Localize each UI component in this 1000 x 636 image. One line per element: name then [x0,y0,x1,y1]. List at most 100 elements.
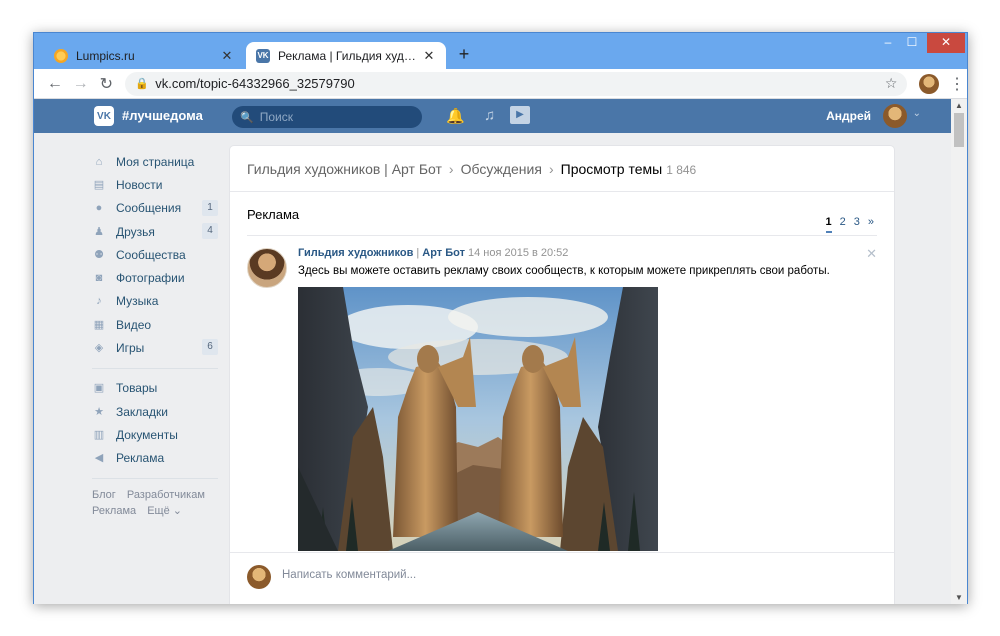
comment-bar: Написать комментарий... [230,552,894,600]
bell-icon[interactable]: 🔔 [446,107,465,125]
reload-icon[interactable]: ↻ [93,74,119,94]
menu-item-photos[interactable]: ◙ Фотографии [92,266,218,289]
footer-links: Блог Разработчикам Реклама Ещё ⌄ [92,487,218,519]
menu-item-documents[interactable]: ▥ Документы [92,423,218,446]
footer-link-ads[interactable]: Реклама [92,505,136,517]
vk-hashtag[interactable]: #лучшедома [122,108,203,123]
menu-item-music[interactable]: ♪ Музыка [92,290,218,313]
menu-item-news[interactable]: ▤ Новости [92,173,218,196]
vk-logo-icon[interactable]: VK [94,106,114,126]
menu-item-my-page[interactable]: ⌂ Моя страница [92,150,218,173]
vk-favicon-icon: VK [256,48,270,63]
tab-close-icon[interactable]: ✕ [220,48,234,64]
music-note-icon[interactable]: ♫ [484,107,495,124]
back-arrow-icon[interactable]: ← [42,75,68,93]
forward-arrow-icon[interactable]: → [68,75,94,93]
page-1[interactable]: 1 [825,216,832,233]
comment-input[interactable]: Написать комментарий... [282,569,416,581]
menu-item-friends[interactable]: ♟ Друзья 4 [92,220,218,243]
tab-close-icon[interactable]: ✕ [422,48,436,64]
messages-badge: 1 [202,199,218,216]
browser-profile-avatar[interactable] [919,73,940,94]
menu-item-label: Закладки [116,404,168,419]
goods-icon: ▣ [93,382,105,395]
footer-link-more[interactable]: Ещё ⌄ [147,505,182,517]
browser-menu-icon[interactable]: ⋮ [947,74,967,94]
close-window-button[interactable]: ✕ [927,33,965,53]
menu-divider [92,477,218,479]
friends-badge: 4 [202,222,218,239]
post-author2-link[interactable]: Арт Бот [422,247,465,259]
divider [230,191,894,192]
footer-link-blog[interactable]: Блог [92,489,116,501]
post-image[interactable] [298,287,658,551]
scrollbar[interactable]: ▲ ▼ [951,99,967,604]
breadcrumb: Гильдия художников | Арт Бот › Обсуждения ›… [247,161,696,177]
star-icon: ★ [94,405,104,418]
menu-item-label: Видео [116,317,152,332]
close-icon[interactable]: ✕ [866,246,877,262]
menu-item-label: Сообщения [116,201,182,216]
tab-title: Lumpics.ru [76,48,135,63]
tab-title: Реклама | Гильдия художников [278,48,422,63]
news-icon: ▤ [93,178,105,191]
page-next[interactable]: » [868,216,874,233]
page-2[interactable]: 2 [840,216,846,233]
footer-link-developers[interactable]: Разработчикам [127,489,205,501]
games-badge: 6 [202,339,218,356]
post-author-avatar[interactable] [247,248,287,288]
new-tab-button[interactable]: + [454,45,474,65]
url-text[interactable]: vk.com/topic-64332966_32579790 [155,76,885,91]
menu-item-label: Друзья [116,224,155,239]
post-author-link[interactable]: Гильдия художников [298,247,413,259]
bookmark-star-icon[interactable]: ☆ [885,75,898,92]
browser-window: Lumpics.ru ✕ VK Реклама | Гильдия художн… [33,32,968,604]
left-menu: ⌂ Моя страница ▤ Новости ● Сообщения 1 ♟… [92,150,218,519]
page-3[interactable]: 3 [854,216,860,233]
menu-item-label: Новости [116,177,163,192]
friends-icon: ♟ [94,225,104,238]
vk-header: VK #лучшедома 🔍 Поиск 🔔 ♫ ▶ Андрей ⌄ [34,99,951,133]
menu-item-ads[interactable]: ◀ Реклама [92,447,218,470]
pagination: 1 2 3 » [825,216,874,233]
vk-user-avatar[interactable] [883,104,907,128]
menu-item-bookmarks[interactable]: ★ Закладки [92,400,218,423]
tab-strip: Lumpics.ru ✕ VK Реклама | Гильдия художн… [34,33,967,69]
document-icon: ▥ [93,428,105,441]
post-date[interactable]: 14 ноя 2015 в 20:52 [468,247,568,259]
comment-avatar [247,565,271,589]
breadcrumb-current: Просмотр темы [560,161,663,177]
games-icon: ◈ [94,342,104,355]
vk-user-name[interactable]: Андрей [826,109,871,123]
menu-item-label: Музыка [116,294,159,309]
chevron-down-icon[interactable]: ⌄ [913,108,921,119]
camera-icon: ◙ [95,272,103,285]
tab-vk-topic[interactable]: VK Реклама | Гильдия художников ✕ [246,42,446,69]
menu-item-messages[interactable]: ● Сообщения 1 [92,197,218,220]
scroll-down-icon[interactable]: ▼ [951,593,967,602]
menu-item-communities[interactable]: ⚉ Сообщества [92,243,218,266]
menu-divider [92,367,218,369]
menu-item-games[interactable]: ◈ Игры 6 [92,336,218,359]
breadcrumb-group[interactable]: Гильдия художников | Арт Бот [247,161,442,177]
address-bar[interactable]: 🔒 vk.com/topic-64332966_32579790 ☆ [125,71,908,96]
lock-icon: 🔒 [135,78,149,90]
breadcrumb-discussions[interactable]: Обсуждения [461,161,542,177]
menu-item-label: Документы [116,427,178,442]
post-image-artwork [298,287,658,551]
scrollbar-thumb[interactable] [954,113,964,147]
vk-search-input[interactable]: 🔍 Поиск [232,106,422,128]
menu-item-video[interactable]: ▦ Видео [92,313,218,336]
maximize-button[interactable]: ☐ [897,33,927,53]
menu-item-goods[interactable]: ▣ Товары [92,377,218,400]
play-icon[interactable]: ▶ [510,106,530,124]
search-icon: 🔍 [240,111,254,124]
menu-item-label: Реклама [116,451,165,466]
post-header: Гильдия художников | Арт Бот 14 ноя 2015 в … [298,247,568,259]
search-placeholder: Поиск [259,110,293,124]
page-viewport: VK #лучшедома 🔍 Поиск 🔔 ♫ ▶ Андрей ⌄ ⌂ М… [34,99,967,604]
scroll-up-icon[interactable]: ▲ [951,101,967,110]
menu-item-label: Товары [116,381,158,396]
menu-item-label: Игры [116,341,145,356]
tab-lumpics[interactable]: Lumpics.ru ✕ [44,42,244,69]
